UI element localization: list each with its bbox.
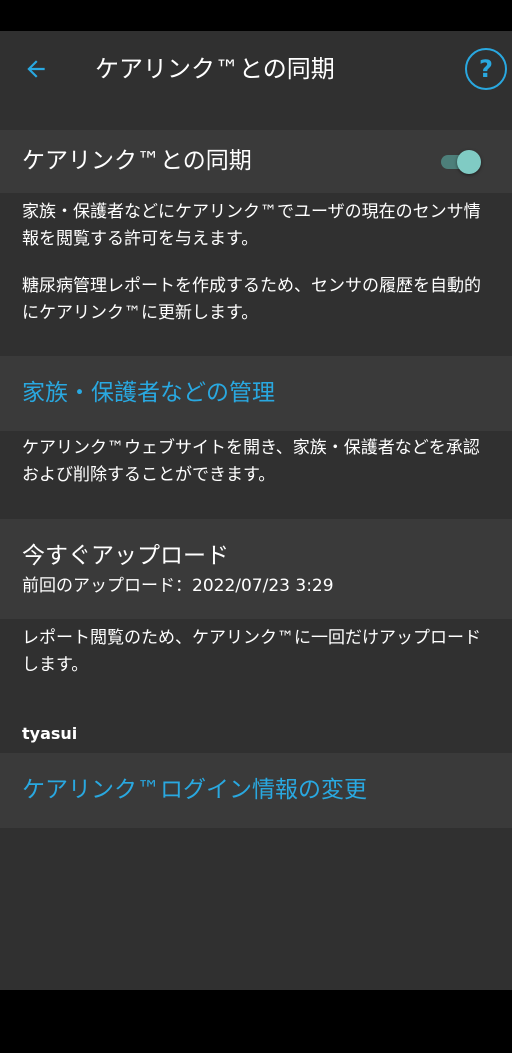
navigation-bar xyxy=(0,990,512,1053)
page-title: ケアリンク™との同期 xyxy=(95,55,335,83)
upload-now-title: 今すぐアップロード xyxy=(22,543,229,569)
app-bar: ケアリンク™との同期 ? xyxy=(0,31,512,107)
status-bar xyxy=(0,0,512,31)
account-username: tyasui xyxy=(22,724,78,743)
sync-toggle-switch[interactable] xyxy=(439,150,483,174)
upload-description: レポート閲覧のため、ケアリンク™に一回だけアップロードします。 xyxy=(22,628,481,675)
sync-toggle-label: ケアリンク™との同期 xyxy=(22,148,252,174)
back-button[interactable] xyxy=(18,51,54,87)
manage-description: ケアリンク™ウェブサイトを開き、家族・保護者などを承認および削除することができま… xyxy=(22,438,480,485)
toggle-thumb xyxy=(457,150,481,174)
help-button[interactable]: ? xyxy=(465,48,507,90)
manage-caregivers-row[interactable]: 家族・保護者などの管理 xyxy=(0,356,512,431)
sync-description-2: 糖尿病管理レポートを作成するため、センサの履歴を自動的にケアリンク™に更新します… xyxy=(22,276,481,323)
help-circle-icon: ? xyxy=(479,55,493,83)
screen: ケアリンク™との同期 ? ケアリンク™との同期 家族・保護者などにケアリンク™で… xyxy=(0,31,512,990)
arrow-left-icon xyxy=(27,60,45,78)
change-login-link[interactable]: ケアリンク™ログイン情報の変更 xyxy=(22,775,367,805)
change-login-row[interactable]: ケアリンク™ログイン情報の変更 xyxy=(0,753,512,828)
sync-toggle-row[interactable]: ケアリンク™との同期 xyxy=(0,130,512,193)
last-upload-text: 前回のアップロード：2022/07/23 3:29 xyxy=(22,576,334,596)
sync-description-1: 家族・保護者などにケアリンク™でユーザの現在のセンサ情報を閲覧する許可を与えます… xyxy=(22,202,481,249)
upload-now-row[interactable]: 今すぐアップロード 前回のアップロード：2022/07/23 3:29 xyxy=(0,519,512,619)
manage-caregivers-link[interactable]: 家族・保護者などの管理 xyxy=(22,378,275,408)
